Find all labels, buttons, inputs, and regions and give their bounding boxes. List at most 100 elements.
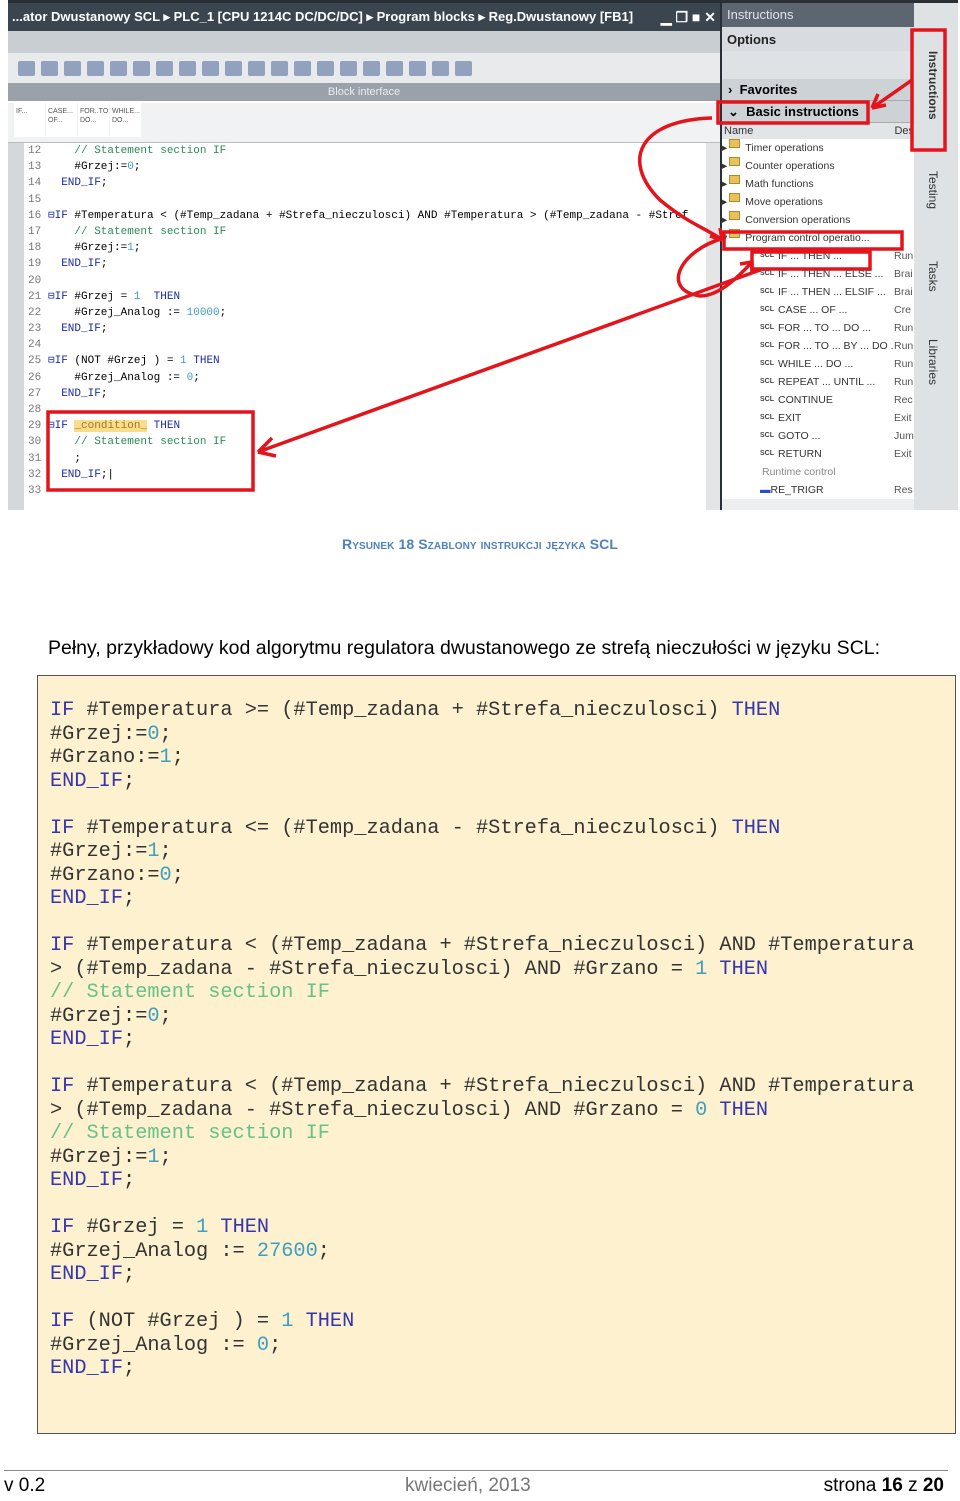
code-token: ; — [123, 1169, 136, 1192]
line-number: 12 — [28, 145, 42, 157]
code-token: #Grzej = — [74, 1216, 197, 1239]
code-token: ; — [123, 1263, 136, 1286]
tree-folder[interactable]: ▾ Program control operatio... — [722, 229, 914, 247]
code-token: ⊟IF — [48, 355, 68, 368]
toolbar-icon[interactable] — [432, 60, 449, 76]
folder-icon — [729, 193, 741, 202]
code-line: 31 ; — [24, 451, 708, 467]
instruction-tree: ▸ Timer operations ▸ Counter operations ▸ Mat… — [722, 139, 914, 499]
toolbar-icon[interactable] — [179, 60, 196, 76]
tree-folder[interactable]: ▸ Conversion operations — [722, 211, 914, 229]
snippet-button[interactable]: FOR..TO DO... — [78, 103, 109, 137]
col-desc[interactable]: Des — [894, 123, 914, 139]
tree-item[interactable]: SCL GOTO ... Jum — [722, 427, 914, 445]
tree-folder[interactable]: ▸ Timer operations — [722, 139, 914, 157]
code-token: ; — [123, 1028, 136, 1051]
scrollbar[interactable] — [706, 143, 720, 510]
caret-down-icon: ▾ — [722, 232, 728, 244]
code-token: 27600 — [256, 1239, 318, 1263]
toolbar-icon[interactable] — [409, 60, 426, 76]
toolbar-icon[interactable] — [202, 60, 219, 76]
item-desc: Exit — [894, 412, 912, 424]
code-token: #Grzej_Analog := — [50, 1239, 257, 1263]
code-line: #Grzej_Analog := 0; — [50, 1334, 955, 1358]
tia-portal-screenshot: ...ator Dwustanowy SCL ▸ PLC_1 [CPU 1214… — [8, 0, 958, 510]
tab-instructions[interactable]: Instructions — [926, 51, 940, 120]
tree-item[interactable]: SCL IF ... THEN ... ELSE ... Brai — [722, 265, 914, 283]
code-token: ⊟IF — [48, 420, 68, 433]
line-number: 20 — [28, 274, 42, 287]
toolbar-icon[interactable] — [317, 60, 334, 76]
tree-folder[interactable]: ▸ Move operations — [722, 193, 914, 211]
code-token: #Temperatura < (#Temp_zadana + #Strefa_n… — [74, 934, 915, 957]
toolbar-icon[interactable] — [363, 60, 380, 76]
code-token: #Grzano:= — [50, 746, 160, 769]
toolbar-icon[interactable] — [271, 60, 288, 76]
footer-divider — [4, 1470, 948, 1471]
toolbar-icon[interactable] — [41, 60, 58, 76]
line-number: 23 — [28, 323, 42, 336]
code-token: > (#Temp_zadana - #Strefa_nieczulosci) A… — [50, 957, 696, 981]
item-desc: Exit — [894, 448, 912, 460]
tree-folder[interactable]: ▸ Math functions — [722, 175, 914, 193]
toolbar-icon[interactable] — [64, 60, 81, 76]
toolbar-icon[interactable] — [18, 60, 35, 76]
block-interface-bar[interactable]: Block interface — [8, 83, 720, 101]
toolbar-icon[interactable] — [110, 60, 127, 76]
tree-item[interactable]: SCL REPEAT ... UNTIL ... Run — [722, 373, 914, 391]
tree-folder[interactable]: ▸ Counter operations — [722, 157, 914, 175]
toolbar-icon[interactable] — [87, 60, 104, 76]
tree-item[interactable]: SCL IF ... THEN ... ELSIF ... Brai — [722, 283, 914, 301]
tree-item[interactable]: SCL WHILE ... DO ... Run — [722, 355, 914, 373]
toolbar-icon[interactable] — [455, 60, 472, 76]
toolbar-icon[interactable] — [294, 60, 311, 76]
toolbar-icon[interactable] — [133, 60, 150, 76]
code-area[interactable]: 12 // Statement section IF 13 #Grzej:=0; 1… — [8, 143, 708, 510]
code-line: #Grzej:=1; — [50, 1146, 955, 1170]
col-name[interactable]: Name — [724, 123, 894, 139]
code-token: ; — [171, 746, 184, 769]
toolbar-icon[interactable] — [156, 60, 173, 76]
tree-item[interactable]: SCL CASE ... OF ... Cre — [722, 301, 914, 319]
toolbar-icon[interactable] — [386, 60, 403, 76]
scl-icon: SCL — [760, 270, 774, 277]
scl-icon: SCL — [760, 252, 774, 259]
tree-item[interactable]: SCL IF ... THEN ... Run — [722, 247, 914, 265]
editor-gray-bar — [8, 31, 720, 53]
tab-testing[interactable]: Testing — [926, 171, 940, 209]
toolbar-icon[interactable] — [340, 60, 357, 76]
snippet-button[interactable]: WHILE... DO... — [110, 103, 141, 137]
code-token: IF — [50, 699, 75, 722]
item-label: REPEAT ... UNTIL ... — [778, 376, 876, 388]
code-line: 16 ⊟IF #Temperatura < (#Temp_zadana + #St… — [24, 208, 708, 224]
snippet-button[interactable]: CASE... OF... — [46, 103, 77, 137]
tree-item[interactable]: SCL RETURN Exit — [722, 445, 914, 463]
item-desc: Brai — [894, 268, 913, 280]
code-line: IF #Temperatura <= (#Temp_zadana - #Stre… — [50, 817, 955, 841]
code-token: THEN — [719, 957, 769, 981]
code-token: // Statement section IF — [48, 436, 227, 449]
window-buttons[interactable]: ▁ ❐ ■ ✕ — [661, 3, 716, 31]
code-line: END_IF; — [50, 1357, 955, 1381]
line-number: 17 — [28, 225, 42, 238]
tree-item[interactable]: ▬ RE_TRIGR Res — [722, 481, 914, 499]
basic-instructions-section[interactable]: ⌄ Basic instructions — [722, 101, 914, 123]
snippet-button[interactable]: IF... — [14, 103, 45, 137]
toolbar-icon[interactable] — [248, 60, 265, 76]
code-token: END_IF — [50, 1028, 124, 1051]
intro-paragraph: Pełny, przykładowy kod algorytmu regulat… — [48, 637, 881, 659]
toolbar-icon[interactable] — [225, 60, 242, 76]
tree-item[interactable]: SCL CONTINUE Rec — [722, 391, 914, 409]
code-token: ; — [171, 863, 184, 887]
code-line: 12 // Statement section IF — [24, 143, 708, 159]
tab-tasks[interactable]: Tasks — [926, 261, 940, 292]
code-token: ; — [123, 887, 136, 910]
item-desc: Brai — [894, 286, 913, 298]
line-number: 22 — [28, 306, 42, 319]
tab-libraries[interactable]: Libraries — [926, 339, 940, 385]
favorites-section[interactable]: › Favorites — [722, 79, 914, 101]
code-token: THEN — [147, 420, 181, 433]
tree-item[interactable]: SCL FOR ... TO ... BY ... DO ... Run — [722, 337, 914, 355]
tree-item[interactable]: SCL FOR ... TO ... DO ... Run — [722, 319, 914, 337]
tree-item[interactable]: SCL EXIT Exit — [722, 409, 914, 427]
